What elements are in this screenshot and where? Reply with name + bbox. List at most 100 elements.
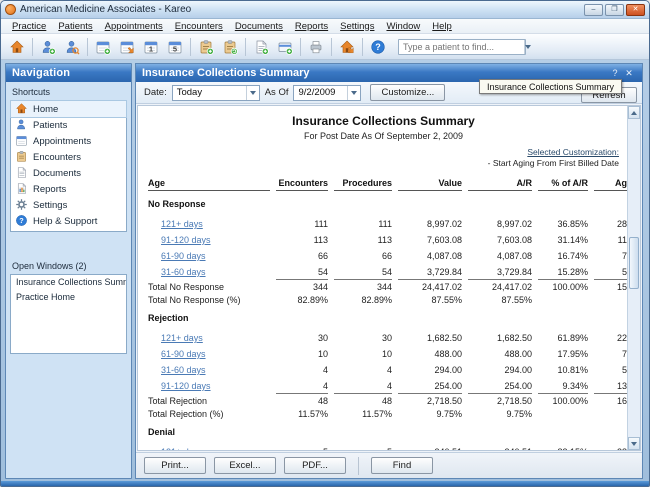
menu-help[interactable]: Help [427,20,457,33]
menu-practice[interactable]: Practice [7,20,51,33]
row-value: 11.57% [362,409,392,419]
menu-reports[interactable]: Reports [290,20,333,33]
chevron-down-icon [347,85,360,100]
excel-button[interactable]: Excel... [214,457,276,474]
add-appointment-button[interactable] [91,36,115,58]
patients-icon [15,118,29,132]
print-button[interactable]: Print... [144,457,206,474]
help-support-icon: ? [15,214,29,228]
row-value: 54 [381,267,392,277]
row-value: 24,417.02 [398,279,462,292]
print-report-button[interactable] [304,36,328,58]
sidebar-item-help-support[interactable]: ? Help & Support [11,213,126,229]
toolbar-separator [362,37,363,56]
home-button[interactable] [5,36,29,58]
panel-help-icon[interactable] [608,68,622,78]
row-value: 87.55% [501,295,532,305]
sidebar-item-reports[interactable]: Reports [11,181,126,197]
menu-encounters[interactable]: Encounters [170,20,228,33]
application-window: American Medicine Associates - Kareo Pra… [0,0,650,487]
row-value: 2,718.50 [398,393,462,406]
menu-patients[interactable]: Patients [53,20,97,33]
row-label: 31-60 days [148,267,270,277]
customize-button[interactable]: Customize... [370,84,446,101]
sidebar-item-settings[interactable]: Settings [11,197,126,213]
aging-bucket-link[interactable]: 61-90 days [161,349,206,359]
menu-documents[interactable]: Documents [230,20,288,33]
aging-bucket-link[interactable]: 91-120 days [161,381,211,391]
row-value: 4 [386,381,392,391]
report-scrollbar[interactable] [627,106,640,450]
toolbar-separator [331,37,332,56]
week-view-button[interactable]: 5 [163,36,187,58]
chevron-down-icon[interactable] [524,39,531,54]
add-encounter-button[interactable] [194,36,218,58]
find-patient-button[interactable] [60,36,84,58]
section-title: Rejection [148,313,189,323]
sidebar-item-label: Reports [33,183,67,195]
patient-search-input[interactable] [399,41,524,52]
sidebar-item-encounters[interactable]: Encounters [11,149,126,165]
add-document-button[interactable] [249,36,273,58]
aging-bucket-link[interactable]: 31-60 days [161,365,206,375]
row-value: 294.00 [504,365,532,375]
as-of-value: 9/2/2009 [298,87,336,98]
day-view-button[interactable]: 1 [139,36,163,58]
row-value: 4,087.08 [426,251,462,261]
help-button[interactable]: ? [366,36,390,58]
row-label: 91-120 days [148,235,270,245]
aging-bucket-link[interactable]: 121+ days [161,447,203,450]
add-appointment-icon [95,39,111,55]
panel-tooltip: Insurance Collections Summary [478,79,622,94]
row-value: 254.00 [434,381,462,391]
sidebar-item-label: Home [33,103,59,115]
selected-customization-link[interactable]: Selected Customization: [527,147,619,157]
date-select[interactable]: Today [171,84,260,101]
sidebar-item-home[interactable]: Home [10,100,127,118]
toolbar-separator [190,37,191,56]
minimize-button[interactable] [584,3,603,16]
sidebar-item-documents[interactable]: Documents [11,165,126,181]
as-of-label: As Of [264,87,289,98]
pdf-button[interactable]: PDF... [284,457,346,474]
aging-bucket-link[interactable]: 91-120 days [161,235,211,245]
report-area: Insurance Collections Summary For Post D… [137,105,641,451]
menu-appointments[interactable]: Appointments [100,20,168,33]
sidebar-item-appointments[interactable]: Appointments [11,133,126,149]
practice-home-button[interactable] [335,36,359,58]
aging-bucket-link[interactable]: 31-60 days [161,267,206,277]
row-value: 9.75% [506,409,532,419]
patient-search-combo[interactable] [398,38,526,55]
toolbar-separator [300,37,301,56]
open-window-item[interactable]: Practice Home [11,290,126,305]
menu-settings[interactable]: Settings [335,20,379,33]
row-value: Procedures [334,178,392,191]
row-value: 113 [377,235,392,245]
row-label: 31-60 days [148,365,270,375]
aging-bucket-link[interactable]: 121+ days [161,219,203,229]
scroll-up-icon[interactable] [628,106,640,119]
menu-window[interactable]: Window [381,20,425,33]
as-of-date-picker[interactable]: 9/2/2009 [293,84,362,101]
panel-close-icon[interactable] [622,68,636,79]
maximize-button[interactable] [605,3,624,16]
find-button[interactable]: Find [371,457,433,474]
row-value: 5 [334,447,392,450]
add-patient-button[interactable] [36,36,60,58]
aging-bucket-link[interactable]: 61-90 days [161,251,206,261]
day-view-icon: 1 [143,39,159,55]
row-value: 36.85% [557,219,588,229]
reports-icon [15,182,29,196]
section-title: No Response [148,199,206,209]
close-button[interactable] [626,3,645,16]
table-row: 121+ days 30 30 1,682.50 1,682.50 61.89% 221 [148,327,632,343]
find-appointment-button[interactable] [115,36,139,58]
scrollbar-thumb[interactable] [629,236,639,289]
open-window-item[interactable]: Insurance Collections Summary [11,275,126,290]
scroll-down-icon[interactable] [628,437,640,450]
track-encounters-button[interactable] [218,36,242,58]
row-value: 488.00 [504,349,532,359]
add-payment-button[interactable] [273,36,297,58]
sidebar-item-patients[interactable]: Patients [11,117,126,133]
aging-bucket-link[interactable]: 121+ days [161,333,203,343]
